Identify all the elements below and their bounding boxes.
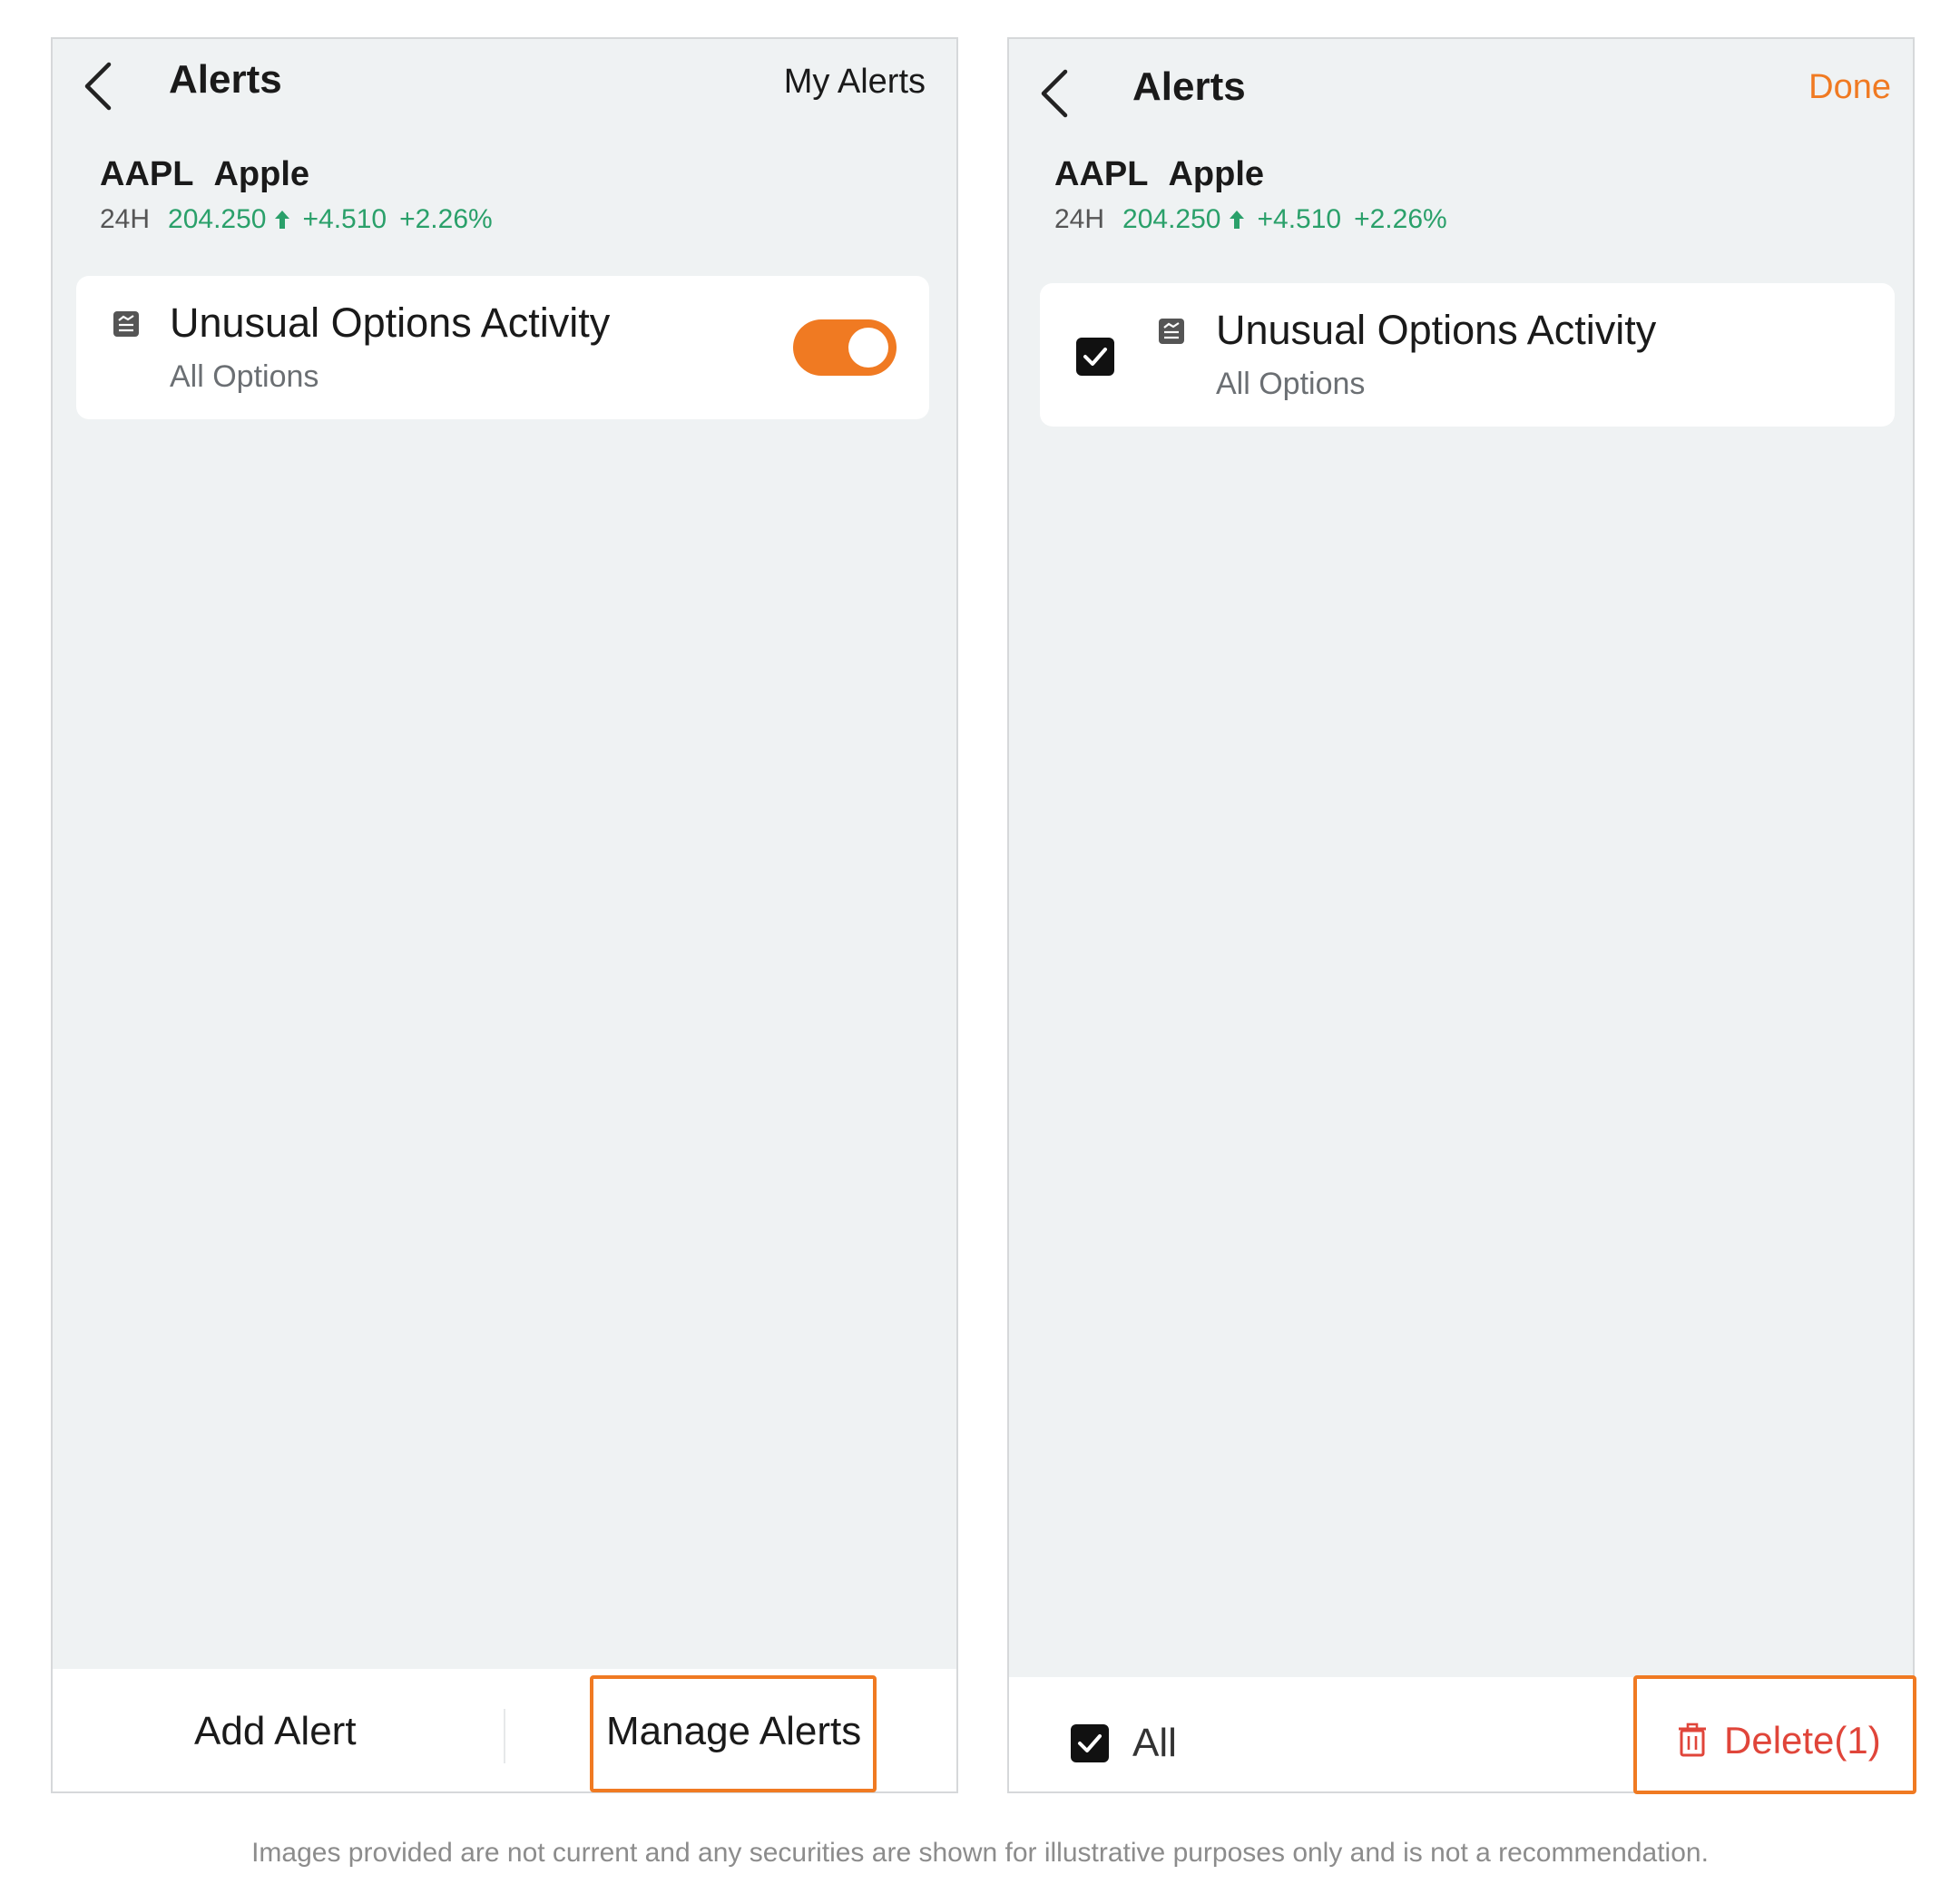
alert-subtitle: All Options [1216, 367, 1366, 401]
alert-card[interactable]: Unusual Options Activity All Options [76, 276, 929, 419]
delete-button[interactable]: Delete(1) [1724, 1719, 1881, 1762]
alerts-screen-normal: Alerts My Alerts AAPL Apple 24H 204.250 +4.… [51, 37, 958, 1793]
alerts-screen-edit: Alerts Done AAPL Apple 24H 204.250 +4.510 +2… [1007, 37, 1916, 1794]
stock-quote: 24H 204.250 +4.510 +2.26% [100, 204, 493, 235]
select-all-checkbox[interactable] [1071, 1724, 1109, 1762]
quote-period: 24H [100, 204, 151, 234]
stock-quote: 24H 204.250 +4.510 +2.26% [1054, 204, 1447, 235]
back-arrow-icon[interactable] [74, 59, 129, 113]
stock-header: AAPL Apple [1054, 155, 1264, 194]
alert-enabled-toggle[interactable] [793, 319, 897, 376]
options-activity-icon [113, 311, 139, 337]
quote-price: 204.250 [1122, 204, 1221, 234]
quote-price: 204.250 [168, 204, 267, 234]
alert-select-checkbox[interactable] [1076, 338, 1114, 376]
page-title: Alerts [1132, 64, 1246, 109]
bottom-divider [504, 1709, 505, 1763]
checkmark-icon [1083, 348, 1107, 366]
alert-title: Unusual Options Activity [1216, 307, 1657, 353]
toggle-knob [848, 328, 888, 368]
bottom-action-bar: All Delete(1) [1009, 1675, 1916, 1794]
bottom-action-bar: Add Alert Manage Alerts [53, 1669, 956, 1792]
stock-symbol: AAPL [1054, 155, 1149, 193]
checkmark-icon [1078, 1734, 1102, 1752]
trash-icon [1679, 1722, 1706, 1757]
up-arrow-icon [274, 211, 289, 229]
alert-title: Unusual Options Activity [170, 299, 611, 346]
stock-symbol: AAPL [100, 155, 194, 193]
select-all-label[interactable]: All [1132, 1721, 1177, 1766]
done-button[interactable]: Done [1808, 68, 1891, 107]
alert-subtitle: All Options [170, 359, 319, 394]
add-alert-button[interactable]: Add Alert [194, 1709, 357, 1754]
page-title: Alerts [169, 57, 282, 102]
stock-name: Apple [213, 155, 310, 193]
manage-alerts-button[interactable]: Manage Alerts [606, 1709, 861, 1754]
options-activity-icon [1159, 319, 1184, 344]
quote-change: +4.510 [1257, 204, 1342, 234]
quote-period: 24H [1054, 204, 1105, 234]
stock-header: AAPL Apple [100, 155, 309, 194]
disclaimer-text: Images provided are not current and any … [251, 1838, 1709, 1868]
stock-name: Apple [1168, 155, 1265, 193]
quote-change: +4.510 [302, 204, 387, 234]
quote-change-pct: +2.26% [1354, 204, 1447, 234]
alert-card[interactable]: Unusual Options Activity All Options [1040, 283, 1895, 427]
up-arrow-icon [1229, 211, 1244, 229]
quote-change-pct: +2.26% [399, 204, 493, 234]
my-alerts-link[interactable]: My Alerts [784, 63, 926, 102]
back-arrow-icon[interactable] [1031, 66, 1085, 121]
